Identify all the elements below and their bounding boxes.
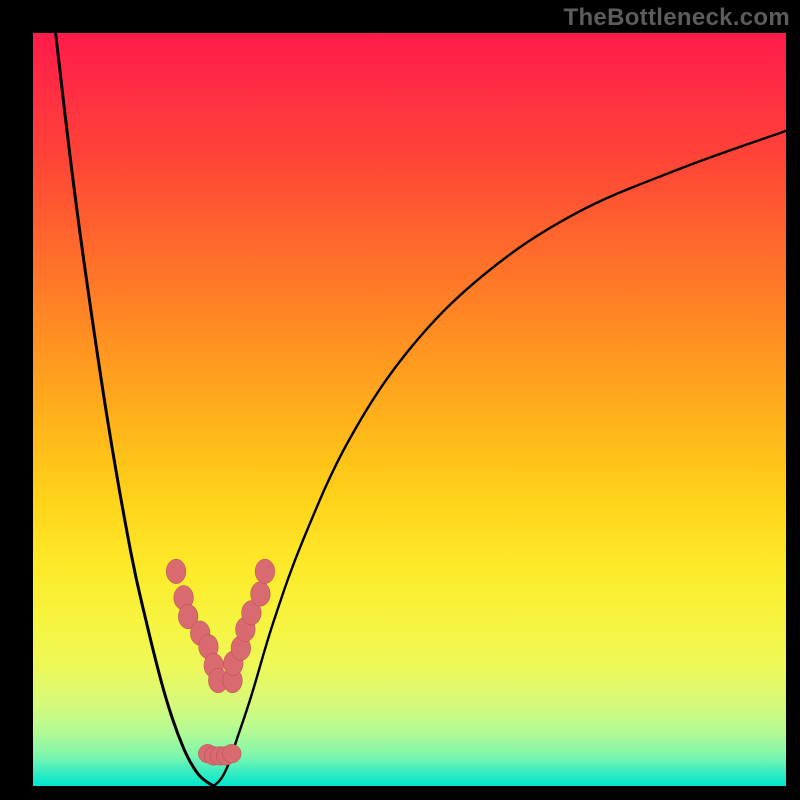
- marker-right-5: [251, 582, 271, 606]
- curve-left-arm: [56, 33, 214, 786]
- marker-left-0: [166, 559, 186, 583]
- curve-right-arm: [214, 131, 786, 786]
- chart-frame: TheBottleneck.com: [0, 0, 800, 800]
- watermark-text: TheBottleneck.com: [564, 4, 790, 32]
- marker-bottom-4: [222, 744, 241, 763]
- gradient-plot-area: [33, 33, 786, 786]
- chart-svg: [33, 33, 786, 786]
- marker-right-6: [255, 559, 275, 583]
